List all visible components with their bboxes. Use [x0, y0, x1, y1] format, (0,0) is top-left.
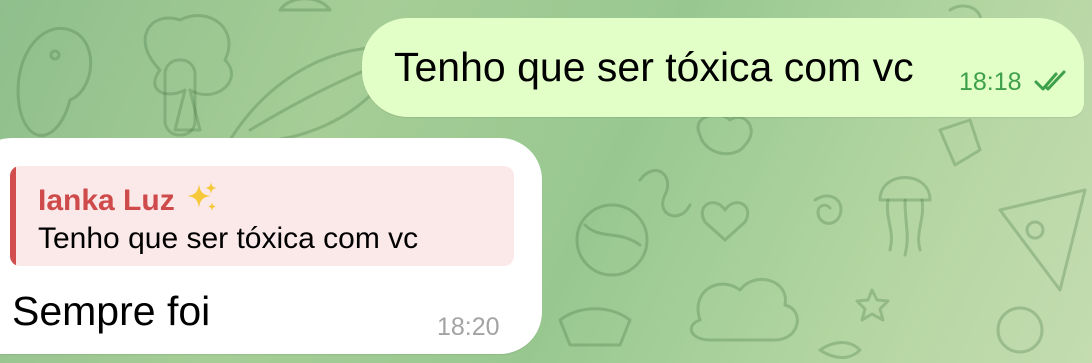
reply-quote-bar: [10, 166, 16, 266]
outgoing-message-bubble[interactable]: Tenho que ser tóxica com vc 18:18: [362, 18, 1084, 117]
incoming-message-bubble[interactable]: Ianka Luz Tenho que ser tóxica com vc Se…: [0, 138, 542, 354]
message-time: 18:18: [959, 68, 1022, 96]
reply-author: Ianka Luz: [38, 180, 219, 218]
sparkles-icon: [186, 182, 217, 211]
reply-author-name: Ianka Luz: [38, 184, 175, 217]
reply-quote[interactable]: Ianka Luz Tenho que ser tóxica com vc: [10, 166, 514, 266]
message-text: Tenho que ser tóxica com vc: [394, 44, 914, 90]
reply-quoted-text: Tenho que ser tóxica com vc: [38, 222, 419, 255]
message-time: 18:20: [437, 313, 500, 341]
message-text: Sempre foi: [12, 288, 211, 334]
double-check-icon: [1034, 70, 1066, 91]
